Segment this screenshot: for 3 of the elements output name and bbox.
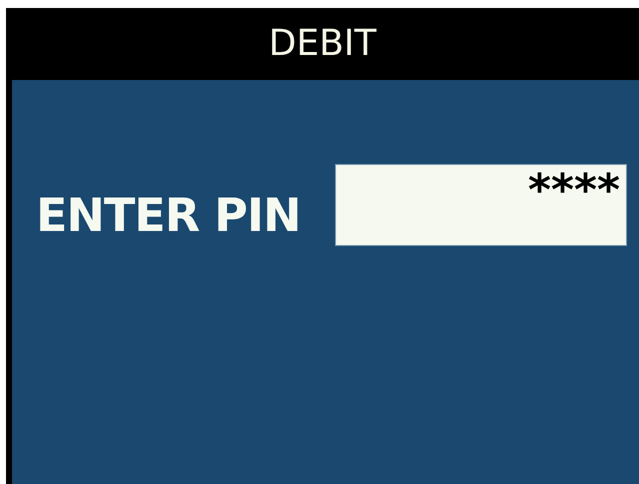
pin-label: ENTER PIN: [36, 192, 300, 238]
pin-field[interactable]: ****: [335, 164, 627, 246]
window-title: DEBIT: [268, 22, 376, 66]
